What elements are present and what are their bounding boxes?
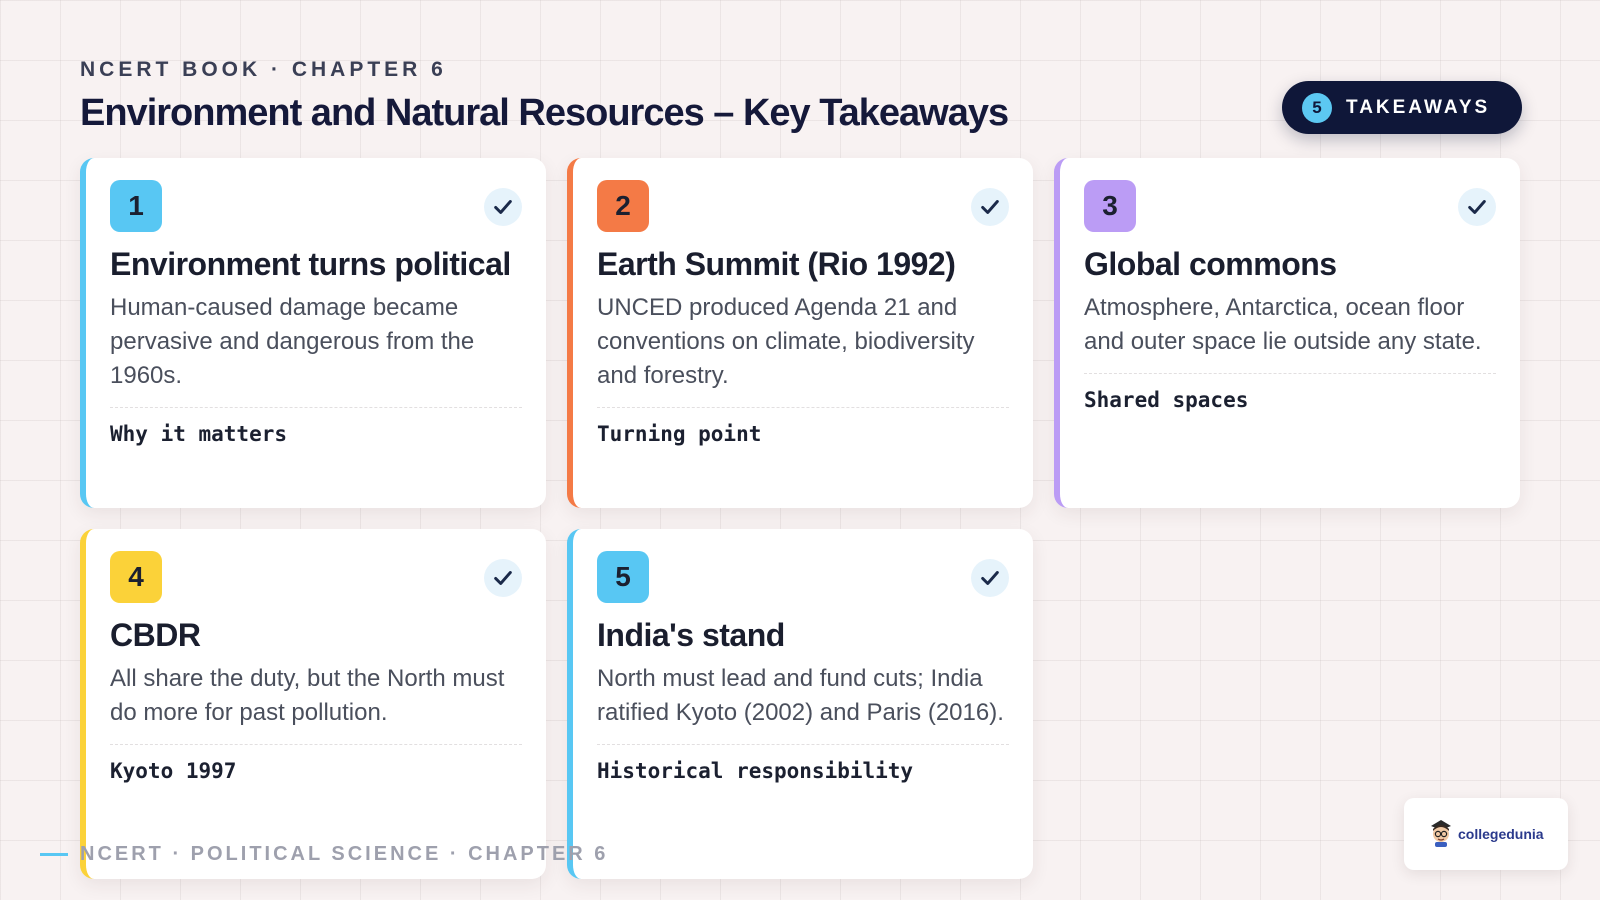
card-divider [110, 744, 522, 745]
card-tag: Shared spaces [1084, 388, 1249, 412]
eyebrow: NCERT BOOK · CHAPTER 6 [80, 58, 447, 81]
card-title: Global commons [1084, 246, 1337, 282]
card-tag: Turning point [597, 422, 762, 446]
card-divider [597, 407, 1009, 408]
badge-label: TAKEAWAYS [1346, 96, 1491, 118]
takeaway-card-5: 5 India's stand North must lead and fund… [567, 529, 1033, 879]
mascot-icon [1428, 817, 1454, 852]
card-body: All share the duty, but the North must d… [110, 665, 505, 726]
takeaway-card-1: 1 Environment turns political Human-caus… [80, 158, 546, 508]
card-number: 3 [1084, 180, 1136, 232]
collegedunia-logo[interactable]: collegedunia [1404, 798, 1568, 870]
page-title: Environment and Natural Resources – Key … [80, 92, 1009, 134]
card-title: Environment turns political [110, 246, 511, 282]
footer: NCERT · POLITICAL SCIENCE · CHAPTER 6 [40, 843, 608, 866]
card-tag: Historical responsibility [597, 759, 914, 783]
card-number: 5 [597, 551, 649, 603]
card-tag: Why it matters [110, 422, 288, 446]
takeaways-badge: 5 TAKEAWAYS [1282, 81, 1522, 134]
check-icon [484, 188, 522, 226]
card-divider [110, 407, 522, 408]
takeaway-card-2: 2 Earth Summit (Rio 1992) UNCED produced… [567, 158, 1033, 508]
card-body: Atmosphere, Antarctica, ocean floor and … [1084, 294, 1482, 355]
card-title: Earth Summit (Rio 1992) [597, 246, 956, 282]
footer-text: NCERT · POLITICAL SCIENCE · CHAPTER 6 [80, 843, 609, 865]
check-icon [971, 188, 1009, 226]
card-body: UNCED produced Agenda 21 and conventions… [597, 294, 975, 389]
check-icon [971, 559, 1009, 597]
takeaway-card-4: 4 CBDR All share the duty, but the North… [80, 529, 546, 879]
card-title: India's stand [597, 617, 785, 653]
footer-accent-line [40, 853, 68, 856]
card-title: CBDR [110, 617, 201, 653]
card-divider [1084, 373, 1496, 374]
card-number: 1 [110, 180, 162, 232]
check-icon [484, 559, 522, 597]
card-divider [597, 744, 1009, 745]
card-tag: Kyoto 1997 [110, 759, 237, 783]
card-number: 2 [597, 180, 649, 232]
logo-text: collegedunia [1458, 826, 1544, 842]
card-body: Human-caused damage became pervasive and… [110, 294, 475, 389]
card-number: 4 [110, 551, 162, 603]
takeaway-card-3: 3 Global commons Atmosphere, Antarctica,… [1054, 158, 1520, 508]
badge-count: 5 [1302, 92, 1332, 123]
check-icon [1458, 188, 1496, 226]
card-body: North must lead and fund cuts; India rat… [597, 665, 1004, 726]
